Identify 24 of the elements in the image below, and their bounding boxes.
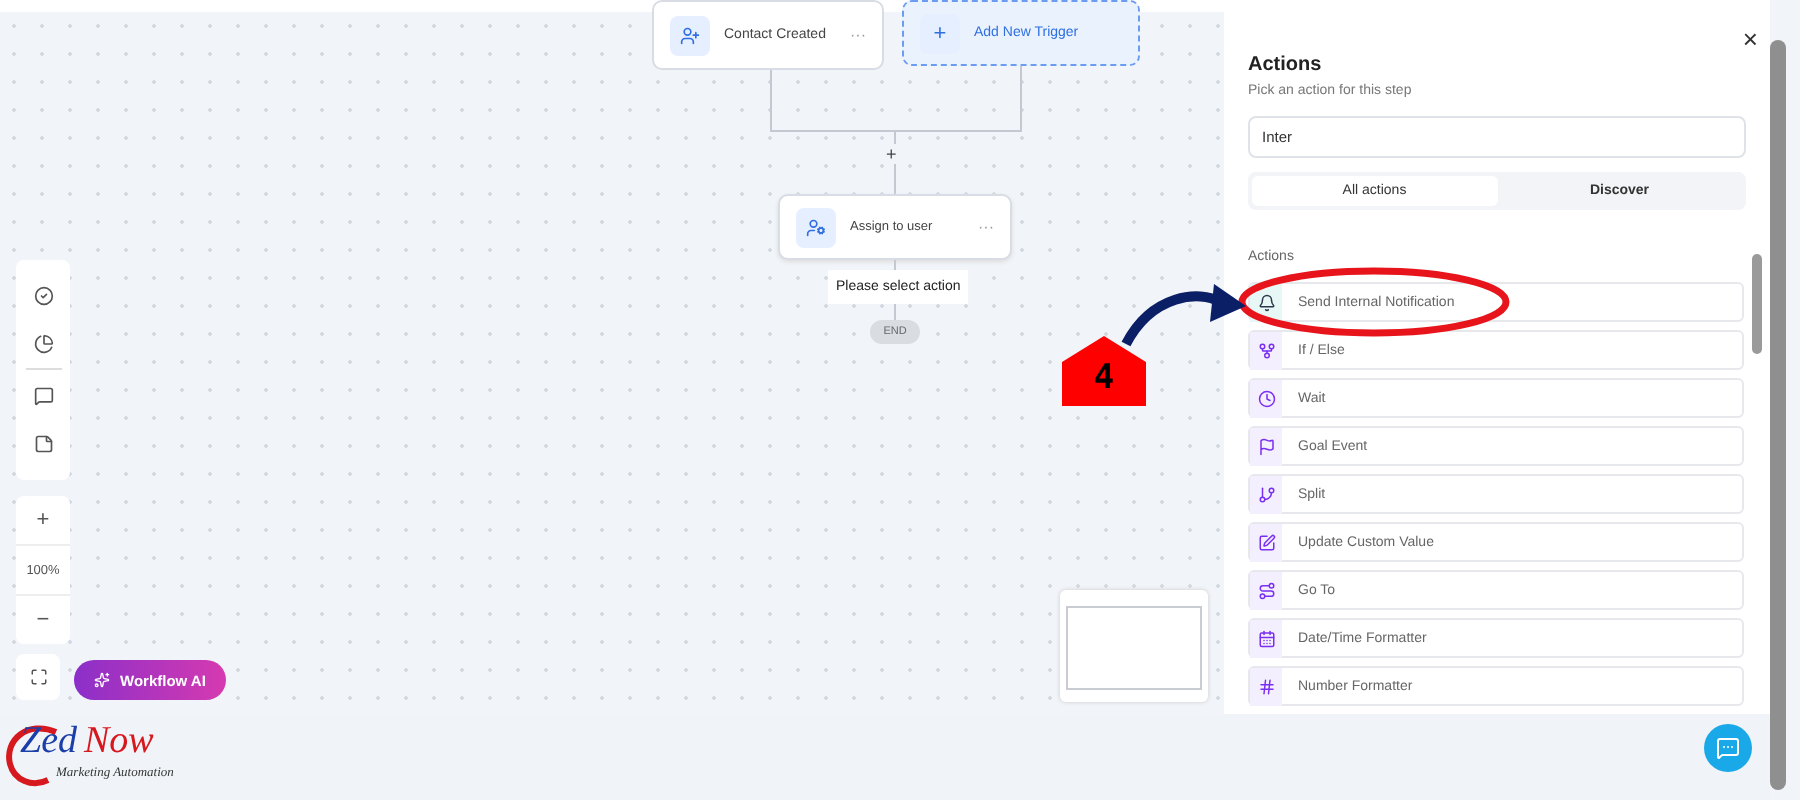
- logo-text: Now: [84, 720, 154, 764]
- zoom-in-button[interactable]: +: [16, 496, 70, 544]
- user-settings-icon: [796, 207, 836, 247]
- edit-icon: [1250, 523, 1282, 561]
- plus-icon: +: [920, 13, 960, 53]
- zoom-out-button[interactable]: −: [16, 596, 70, 644]
- scrollbar[interactable]: [1770, 40, 1786, 790]
- split-icon: [1250, 475, 1282, 513]
- wait-icon: [1250, 379, 1282, 417]
- number-icon: [1250, 667, 1282, 705]
- chat-icon: [1716, 736, 1740, 760]
- panel-title: Actions: [1248, 54, 1324, 76]
- add-step-button[interactable]: +: [886, 144, 897, 164]
- minimap[interactable]: [1060, 590, 1208, 702]
- goto-icon: [1250, 571, 1282, 609]
- scrollbar[interactable]: [1752, 254, 1762, 354]
- date-icon: [1250, 619, 1282, 657]
- arrow-drawing: [1120, 282, 1248, 348]
- goal-icon: [1250, 427, 1282, 465]
- branch-icon: [1250, 331, 1282, 369]
- user-add-icon: [670, 15, 710, 55]
- sparkles-icon: [94, 672, 110, 688]
- logo-text: Zed: [20, 720, 77, 764]
- close-button[interactable]: ×: [1742, 24, 1758, 54]
